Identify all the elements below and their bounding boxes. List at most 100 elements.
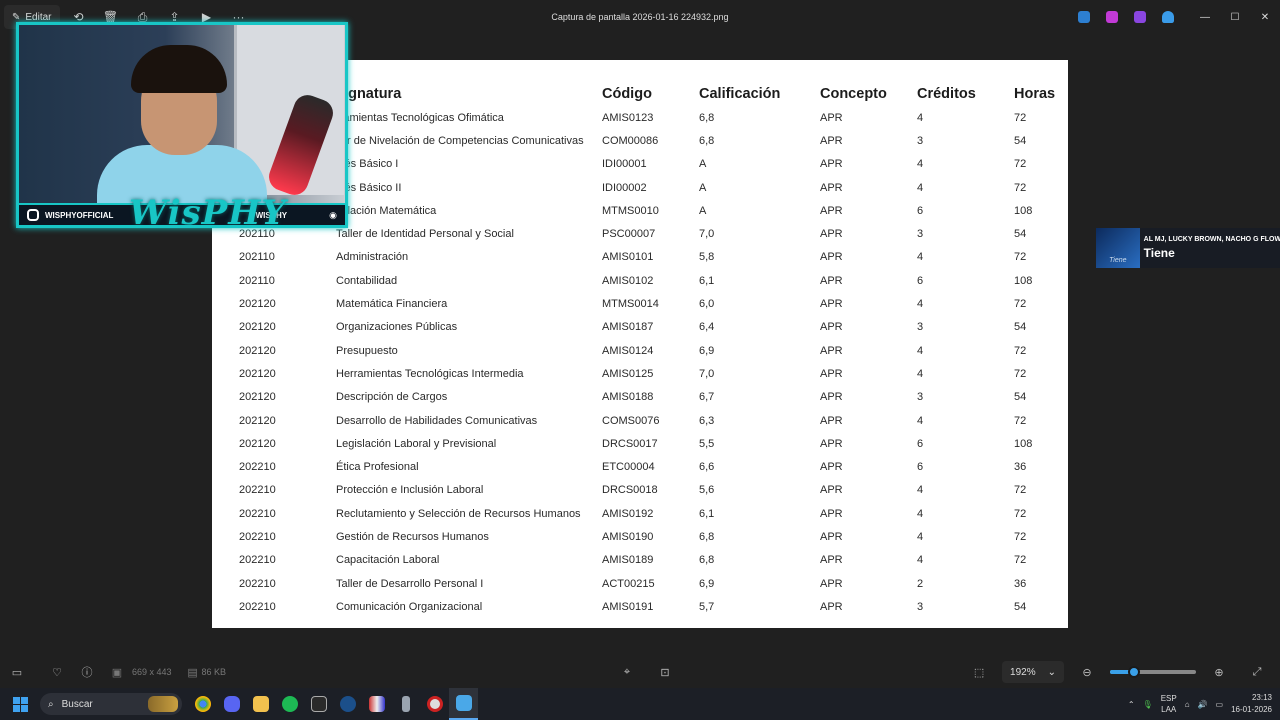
- fullscreen-icon[interactable]: ⤢: [1242, 666, 1272, 679]
- cell-grade: 7,0: [699, 228, 715, 241]
- cell-hours: 72: [1014, 484, 1027, 497]
- cell-credits: 4: [917, 554, 924, 567]
- visual-search-icon[interactable]: ⌖: [612, 666, 642, 679]
- zoom-value: 192%: [1010, 666, 1036, 678]
- cell-grade: 6,7: [699, 391, 715, 404]
- chrome-icon[interactable]: [188, 688, 217, 720]
- discord-app-icon[interactable]: [217, 688, 246, 720]
- zoom-in-icon[interactable]: ⊕: [1204, 666, 1234, 679]
- cell-period: 202210: [239, 577, 276, 590]
- status-center-tools: ⌖ ⊡: [612, 656, 680, 688]
- file-explorer-icon[interactable]: [246, 688, 275, 720]
- column-header-subject: signatura: [336, 86, 402, 102]
- bottle-app-icon[interactable]: [391, 688, 420, 720]
- cell-grade: A: [699, 158, 707, 171]
- cell-hours: 72: [1014, 414, 1027, 427]
- game-launcher-icon[interactable]: [362, 688, 391, 720]
- table-row: 202210 Taller de Desarrollo Personal I ACT…: [212, 572, 1068, 595]
- table-row: 202120 Descripción de Cargos AMIS0188 6,7 AP…: [212, 386, 1068, 409]
- clock-time: 23:13: [1251, 693, 1272, 702]
- cell-grade: 5,7: [699, 600, 715, 613]
- onedrive-icon[interactable]: [1154, 0, 1182, 34]
- epic-games-icon[interactable]: [304, 688, 333, 720]
- spotify-icon[interactable]: [275, 688, 304, 720]
- cell-hours: 72: [1014, 158, 1027, 171]
- cell-period: 202120: [239, 298, 276, 311]
- cell-subject: Gestión de Recursos Humanos: [336, 530, 489, 543]
- cell-hours: 72: [1014, 367, 1027, 380]
- designer-icon[interactable]: [1098, 0, 1126, 34]
- fit-to-window-icon[interactable]: ⬚: [964, 666, 994, 679]
- cell-period: 202120: [239, 391, 276, 404]
- language-indicator[interactable]: ESP LAA: [1161, 693, 1177, 715]
- cell-credits: 2: [917, 577, 924, 590]
- cell-code: AMIS0188: [602, 391, 654, 404]
- table-row: 202120 Legislación Laboral y Previsional D…: [212, 432, 1068, 455]
- clock[interactable]: 23:13 16-01-2026: [1231, 692, 1272, 716]
- cell-subject: Organizaciones Públicas: [336, 321, 458, 334]
- cell-subject: velación Matemática: [336, 204, 437, 217]
- now-playing-artists: AL MJ, LUCKY BROWN, NACHO G FLOW: [1143, 236, 1280, 243]
- maximize-icon[interactable]: ☐: [1220, 0, 1250, 34]
- cell-concept: APR: [820, 391, 843, 404]
- steam-icon[interactable]: [333, 688, 362, 720]
- cell-concept: APR: [820, 204, 843, 217]
- cell-credits: 4: [917, 251, 924, 264]
- start-button[interactable]: [0, 688, 40, 720]
- recording-app-icon[interactable]: [420, 688, 449, 720]
- cell-concept: APR: [820, 274, 843, 287]
- text-recognition-icon[interactable]: ⊡: [650, 666, 680, 679]
- table-row: 202120 Matemática Financiera MTMS0014 6,0 AP…: [212, 292, 1068, 315]
- volume-icon[interactable]: 🔊: [1198, 700, 1208, 709]
- cell-period: 202110: [239, 251, 275, 264]
- now-playing-widget: Tiene AL MJ, LUCKY BROWN, NACHO G FLOW T…: [1096, 228, 1280, 268]
- close-icon[interactable]: ✕: [1250, 0, 1280, 34]
- cell-code: COMS0076: [602, 414, 660, 427]
- minimize-icon[interactable]: —: [1190, 0, 1220, 34]
- table-row: 202120 Organizaciones Públicas AMIS0187 6,4…: [212, 316, 1068, 339]
- photos-app-icon[interactable]: [449, 688, 478, 720]
- cell-concept: APR: [820, 181, 843, 194]
- favorite-icon[interactable]: ♡: [42, 666, 72, 679]
- cell-concept: APR: [820, 577, 843, 590]
- clipchamp-icon[interactable]: [1070, 0, 1098, 34]
- cell-code: MTMS0014: [602, 298, 659, 311]
- cell-grade: 6,9: [699, 577, 715, 590]
- cell-subject: Herramientas Tecnológicas Intermedia: [336, 367, 524, 380]
- keyboard-layout: LAA: [1161, 705, 1177, 714]
- cell-subject: rramientas Tecnológicas Ofimática: [336, 111, 504, 124]
- cell-code: IDI00002: [602, 181, 647, 194]
- taskbar-search[interactable]: ⌕ Buscar: [40, 693, 182, 715]
- cell-code: AMIS0101: [602, 251, 654, 264]
- cell-period: 202120: [239, 414, 276, 427]
- chevron-up-icon[interactable]: ⌃: [1128, 700, 1135, 709]
- video-editor-icon[interactable]: [1126, 0, 1154, 34]
- zoom-out-icon[interactable]: ⊖: [1072, 666, 1102, 679]
- battery-icon[interactable]: ▭: [1216, 700, 1224, 709]
- cell-period: 202120: [239, 344, 276, 357]
- table-row: 202210 Reclutamiento y Selección de Recur…: [212, 502, 1068, 525]
- filmstrip-icon[interactable]: ▭: [2, 666, 32, 679]
- taskbar-apps: [188, 688, 478, 720]
- cell-credits: 6: [917, 274, 924, 287]
- file-size: 86 KB: [201, 667, 227, 677]
- search-highlight-icon: [148, 696, 178, 712]
- microphone-tray-icon[interactable]: 🎙: [1143, 700, 1153, 709]
- cell-credits: 6: [917, 204, 924, 217]
- cell-credits: 6: [917, 461, 924, 474]
- cell-concept: APR: [820, 484, 843, 497]
- network-icon[interactable]: ⌂: [1185, 700, 1190, 709]
- cell-subject: Matemática Financiera: [336, 298, 448, 311]
- zoom-slider[interactable]: [1110, 666, 1196, 678]
- cell-code: AMIS0189: [602, 554, 654, 567]
- info-icon[interactable]: ⓘ: [72, 664, 102, 680]
- cell-code: ETC00004: [602, 461, 655, 474]
- cell-credits: 4: [917, 367, 924, 380]
- zoom-slider-knob[interactable]: [1128, 666, 1141, 678]
- cell-subject: Protección e Inclusión Laboral: [336, 484, 484, 497]
- dimensions-icon: ▣: [111, 666, 123, 679]
- zoom-dropdown[interactable]: 192% ⌄: [1002, 661, 1064, 683]
- cell-subject: Reclutamiento y Selección de Recursos Hu…: [336, 507, 581, 520]
- cell-hours: 72: [1014, 507, 1027, 520]
- cell-hours: 72: [1014, 344, 1027, 357]
